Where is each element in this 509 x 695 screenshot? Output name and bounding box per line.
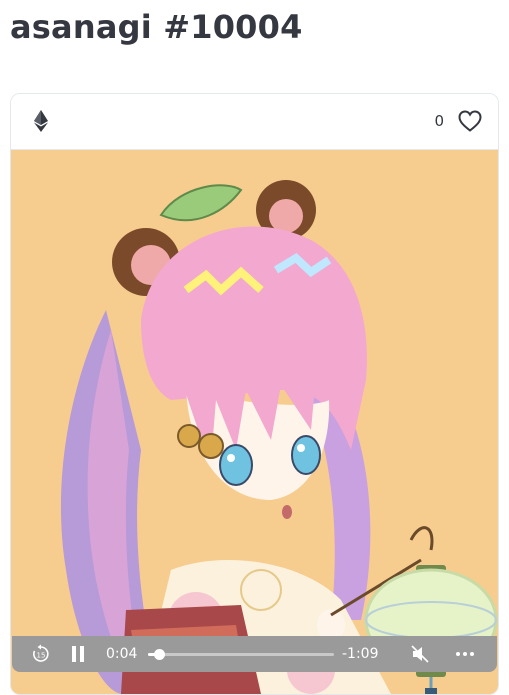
more-options-button[interactable] bbox=[452, 636, 478, 672]
pause-button[interactable] bbox=[67, 636, 89, 672]
mute-button[interactable] bbox=[407, 636, 433, 672]
nft-card: 0 bbox=[10, 93, 499, 695]
video-controls: 15 0:04 -1:09 bbox=[12, 636, 497, 672]
page-title: asanagi #10004 bbox=[10, 8, 303, 46]
more-options-icon bbox=[456, 652, 474, 656]
ethereum-icon bbox=[34, 110, 48, 132]
rewind-15-icon: 15 bbox=[33, 644, 49, 662]
heart-icon[interactable] bbox=[458, 110, 482, 132]
card-header: 0 bbox=[11, 94, 498, 150]
rewind-button[interactable]: 15 bbox=[30, 636, 52, 672]
favorites-count: 0 bbox=[434, 112, 444, 130]
rewind-label: 15 bbox=[37, 652, 46, 660]
elapsed-time: 0:04 bbox=[106, 646, 138, 662]
nft-image[interactable] bbox=[11, 150, 498, 694]
nft-artwork bbox=[11, 150, 498, 694]
seek-thumb[interactable] bbox=[153, 649, 165, 660]
remaining-time: -1:09 bbox=[342, 646, 379, 662]
muted-speaker-icon bbox=[411, 645, 429, 663]
pause-icon bbox=[72, 646, 84, 662]
seek-bar[interactable] bbox=[148, 649, 334, 660]
